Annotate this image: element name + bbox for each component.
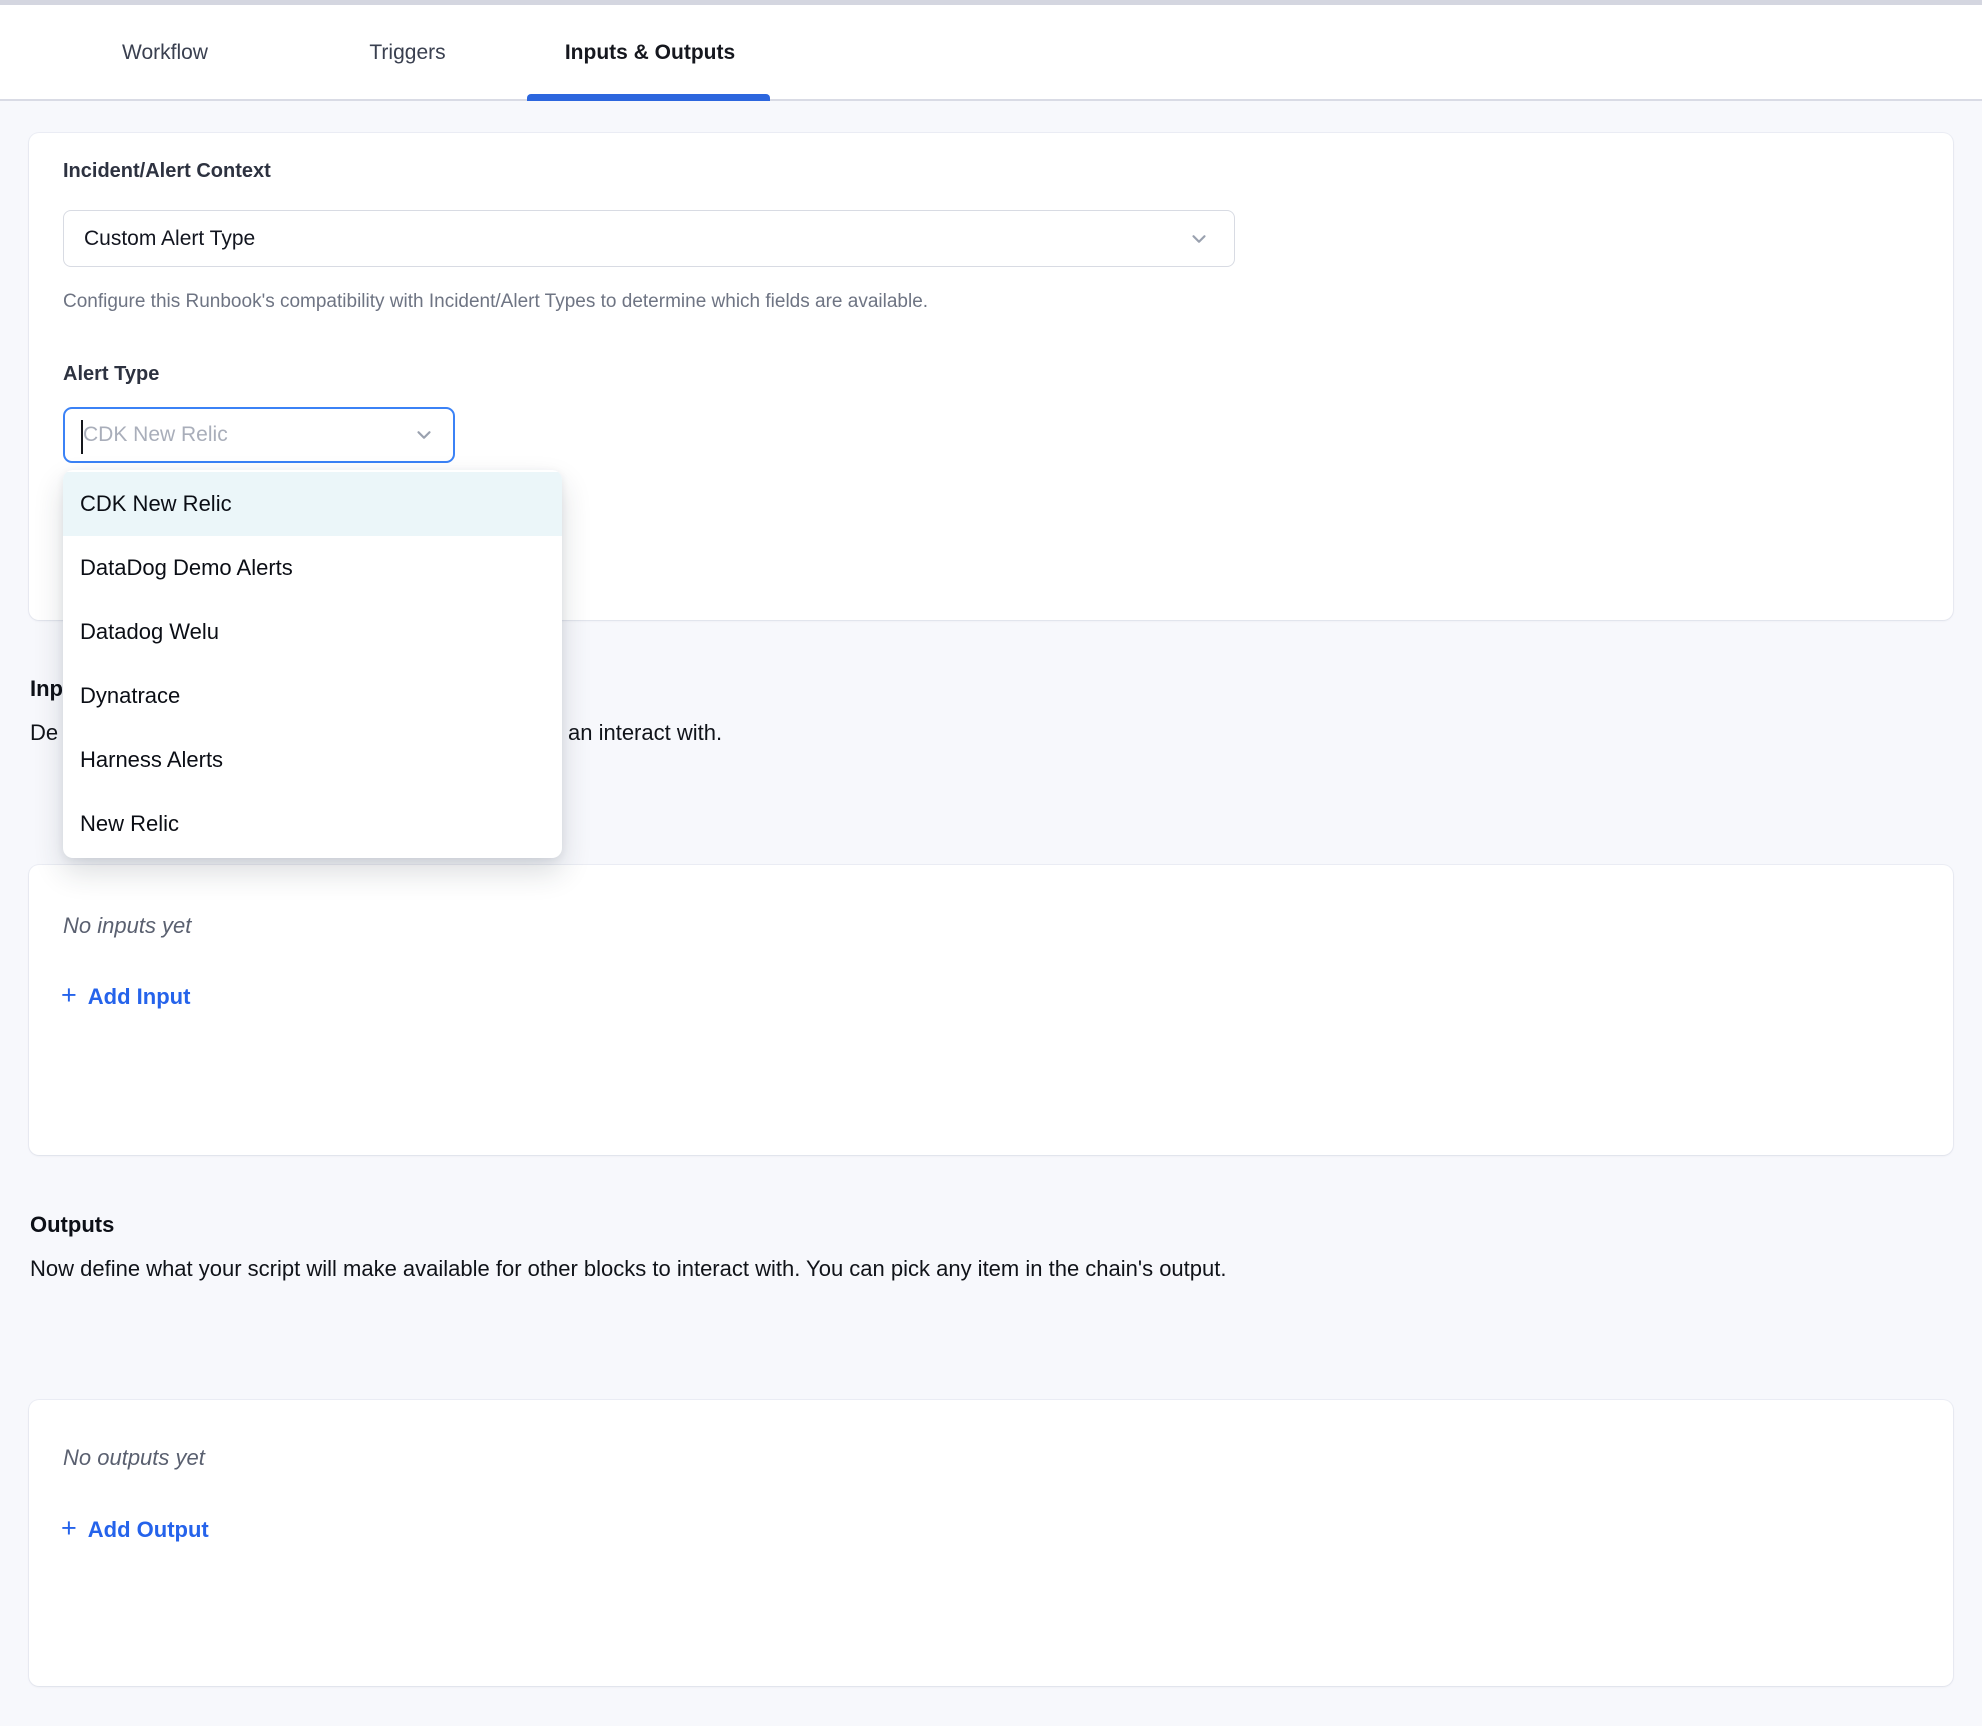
plus-icon: +: [61, 982, 77, 1009]
dropdown-option-new-relic[interactable]: New Relic: [63, 792, 562, 856]
tab-inputs-outputs[interactable]: Inputs & Outputs: [527, 5, 773, 101]
outputs-card: No outputs yet + Add Output: [29, 1400, 1953, 1686]
add-input-button[interactable]: + Add Input: [61, 983, 190, 1010]
no-outputs-text: No outputs yet: [63, 1445, 205, 1471]
chevron-down-icon: [413, 424, 435, 446]
dropdown-option-harness-alerts[interactable]: Harness Alerts: [63, 728, 562, 792]
incident-alert-context-label: Incident/Alert Context: [63, 160, 271, 183]
incident-alert-context-select[interactable]: Custom Alert Type: [63, 210, 1235, 267]
add-output-label: Add Output: [88, 1517, 209, 1543]
chevron-down-icon: [1188, 228, 1210, 250]
dropdown-option-dynatrace[interactable]: Dynatrace: [63, 664, 562, 728]
text-cursor: [81, 420, 83, 454]
tab-workflow[interactable]: Workflow: [85, 5, 245, 101]
active-tab-underline: [527, 94, 770, 101]
plus-icon: +: [61, 1515, 77, 1542]
outputs-section-heading: Outputs: [30, 1212, 114, 1238]
context-helper-text: Configure this Runbook's compatibility w…: [63, 291, 928, 313]
outputs-section-description: Now define what your script will make av…: [30, 1256, 1226, 1282]
tab-triggers[interactable]: Triggers: [330, 5, 485, 101]
alert-type-combobox[interactable]: CDK New Relic: [63, 407, 455, 463]
inputs-card: No inputs yet + Add Input: [29, 865, 1953, 1155]
alert-type-dropdown-menu: CDK New Relic DataDog Demo Alerts Datado…: [63, 470, 562, 858]
alert-type-label: Alert Type: [63, 363, 159, 386]
inputs-section-description-end: an interact with.: [568, 720, 722, 746]
dropdown-option-datadog-demo-alerts[interactable]: DataDog Demo Alerts: [63, 536, 562, 600]
dropdown-option-datadog-welu[interactable]: Datadog Welu: [63, 600, 562, 664]
alert-type-placeholder: CDK New Relic: [83, 423, 413, 447]
add-output-button[interactable]: + Add Output: [61, 1516, 209, 1543]
incident-alert-context-value: Custom Alert Type: [84, 227, 1188, 251]
add-input-label: Add Input: [88, 984, 191, 1010]
no-inputs-text: No inputs yet: [63, 913, 191, 939]
tab-bar: Workflow Triggers Inputs & Outputs: [0, 5, 1982, 101]
inputs-section-description-start: De: [30, 720, 58, 746]
dropdown-option-cdk-new-relic[interactable]: CDK New Relic: [63, 472, 562, 536]
workflow-editor-page: Workflow Triggers Inputs & Outputs Incid…: [0, 0, 1982, 1726]
